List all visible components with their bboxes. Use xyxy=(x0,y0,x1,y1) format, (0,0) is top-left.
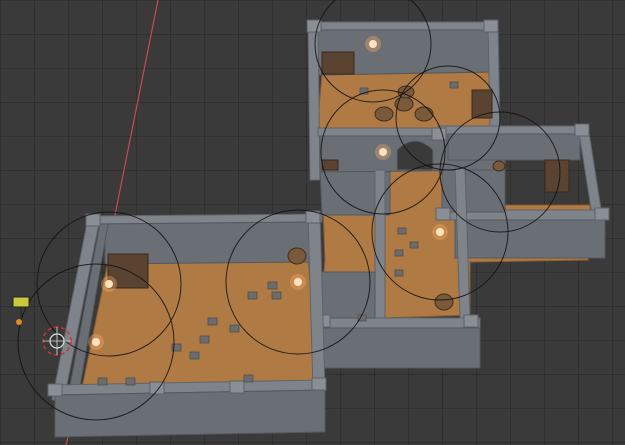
corridor-south-face xyxy=(319,327,481,369)
floor-tile xyxy=(267,281,278,290)
upper-room-west-wall xyxy=(307,23,321,181)
corridor-west-wall xyxy=(374,169,386,321)
floor-tile xyxy=(449,81,459,89)
annex-north-face xyxy=(447,133,581,161)
point-light-icon[interactable] xyxy=(375,144,391,160)
floor-tile xyxy=(271,291,282,300)
point-light-icon[interactable] xyxy=(101,276,117,292)
left-room[interactable] xyxy=(47,210,327,438)
left-room-south-face xyxy=(54,389,326,438)
floor-tile xyxy=(229,324,240,333)
annex-south-face xyxy=(454,219,606,259)
pillar xyxy=(85,213,101,227)
pillar xyxy=(311,377,327,391)
pillar xyxy=(229,380,245,394)
point-light-icon[interactable] xyxy=(290,274,306,290)
barrel-prop[interactable] xyxy=(492,160,506,172)
sun-lamp-icon[interactable] xyxy=(12,296,30,325)
scene-canvas[interactable] xyxy=(0,0,625,445)
floor-tile xyxy=(394,269,404,277)
crate-prop[interactable] xyxy=(544,159,570,193)
point-light-icon[interactable] xyxy=(432,224,448,240)
crate-prop[interactable] xyxy=(471,89,493,119)
pillar xyxy=(594,207,610,221)
pillar xyxy=(483,19,499,33)
floor-tile xyxy=(409,241,419,249)
barrel-prop[interactable] xyxy=(374,106,394,122)
barrel-prop[interactable] xyxy=(414,106,434,122)
barrel-prop[interactable] xyxy=(434,293,454,311)
floor-tile xyxy=(97,377,108,386)
floor-tile xyxy=(243,374,254,383)
crate-prop[interactable] xyxy=(321,51,355,75)
3d-viewport[interactable] xyxy=(0,0,625,445)
pillar xyxy=(463,314,479,328)
pillar xyxy=(47,383,63,397)
floor-tile xyxy=(189,351,200,360)
crate-prop[interactable] xyxy=(321,159,339,171)
point-light-icon[interactable] xyxy=(365,36,381,52)
floor-tile xyxy=(199,335,210,344)
corridor-south-wall xyxy=(317,317,481,329)
floor-tile xyxy=(207,317,218,326)
floor-tile xyxy=(247,291,258,300)
upper-room-north-wall xyxy=(309,21,499,31)
upper-room[interactable] xyxy=(306,19,610,369)
floor-tile xyxy=(394,249,404,257)
pillar xyxy=(435,207,451,221)
x-axis-line xyxy=(112,0,159,226)
floor-tile xyxy=(397,227,407,235)
corridor-side-face xyxy=(319,271,376,319)
pillar xyxy=(574,123,590,137)
annex-inner-face xyxy=(441,169,506,213)
barrel-prop[interactable] xyxy=(287,247,307,265)
point-light-icon[interactable] xyxy=(88,334,104,350)
floor-tile xyxy=(125,377,136,386)
annex-east-wall xyxy=(577,125,603,216)
